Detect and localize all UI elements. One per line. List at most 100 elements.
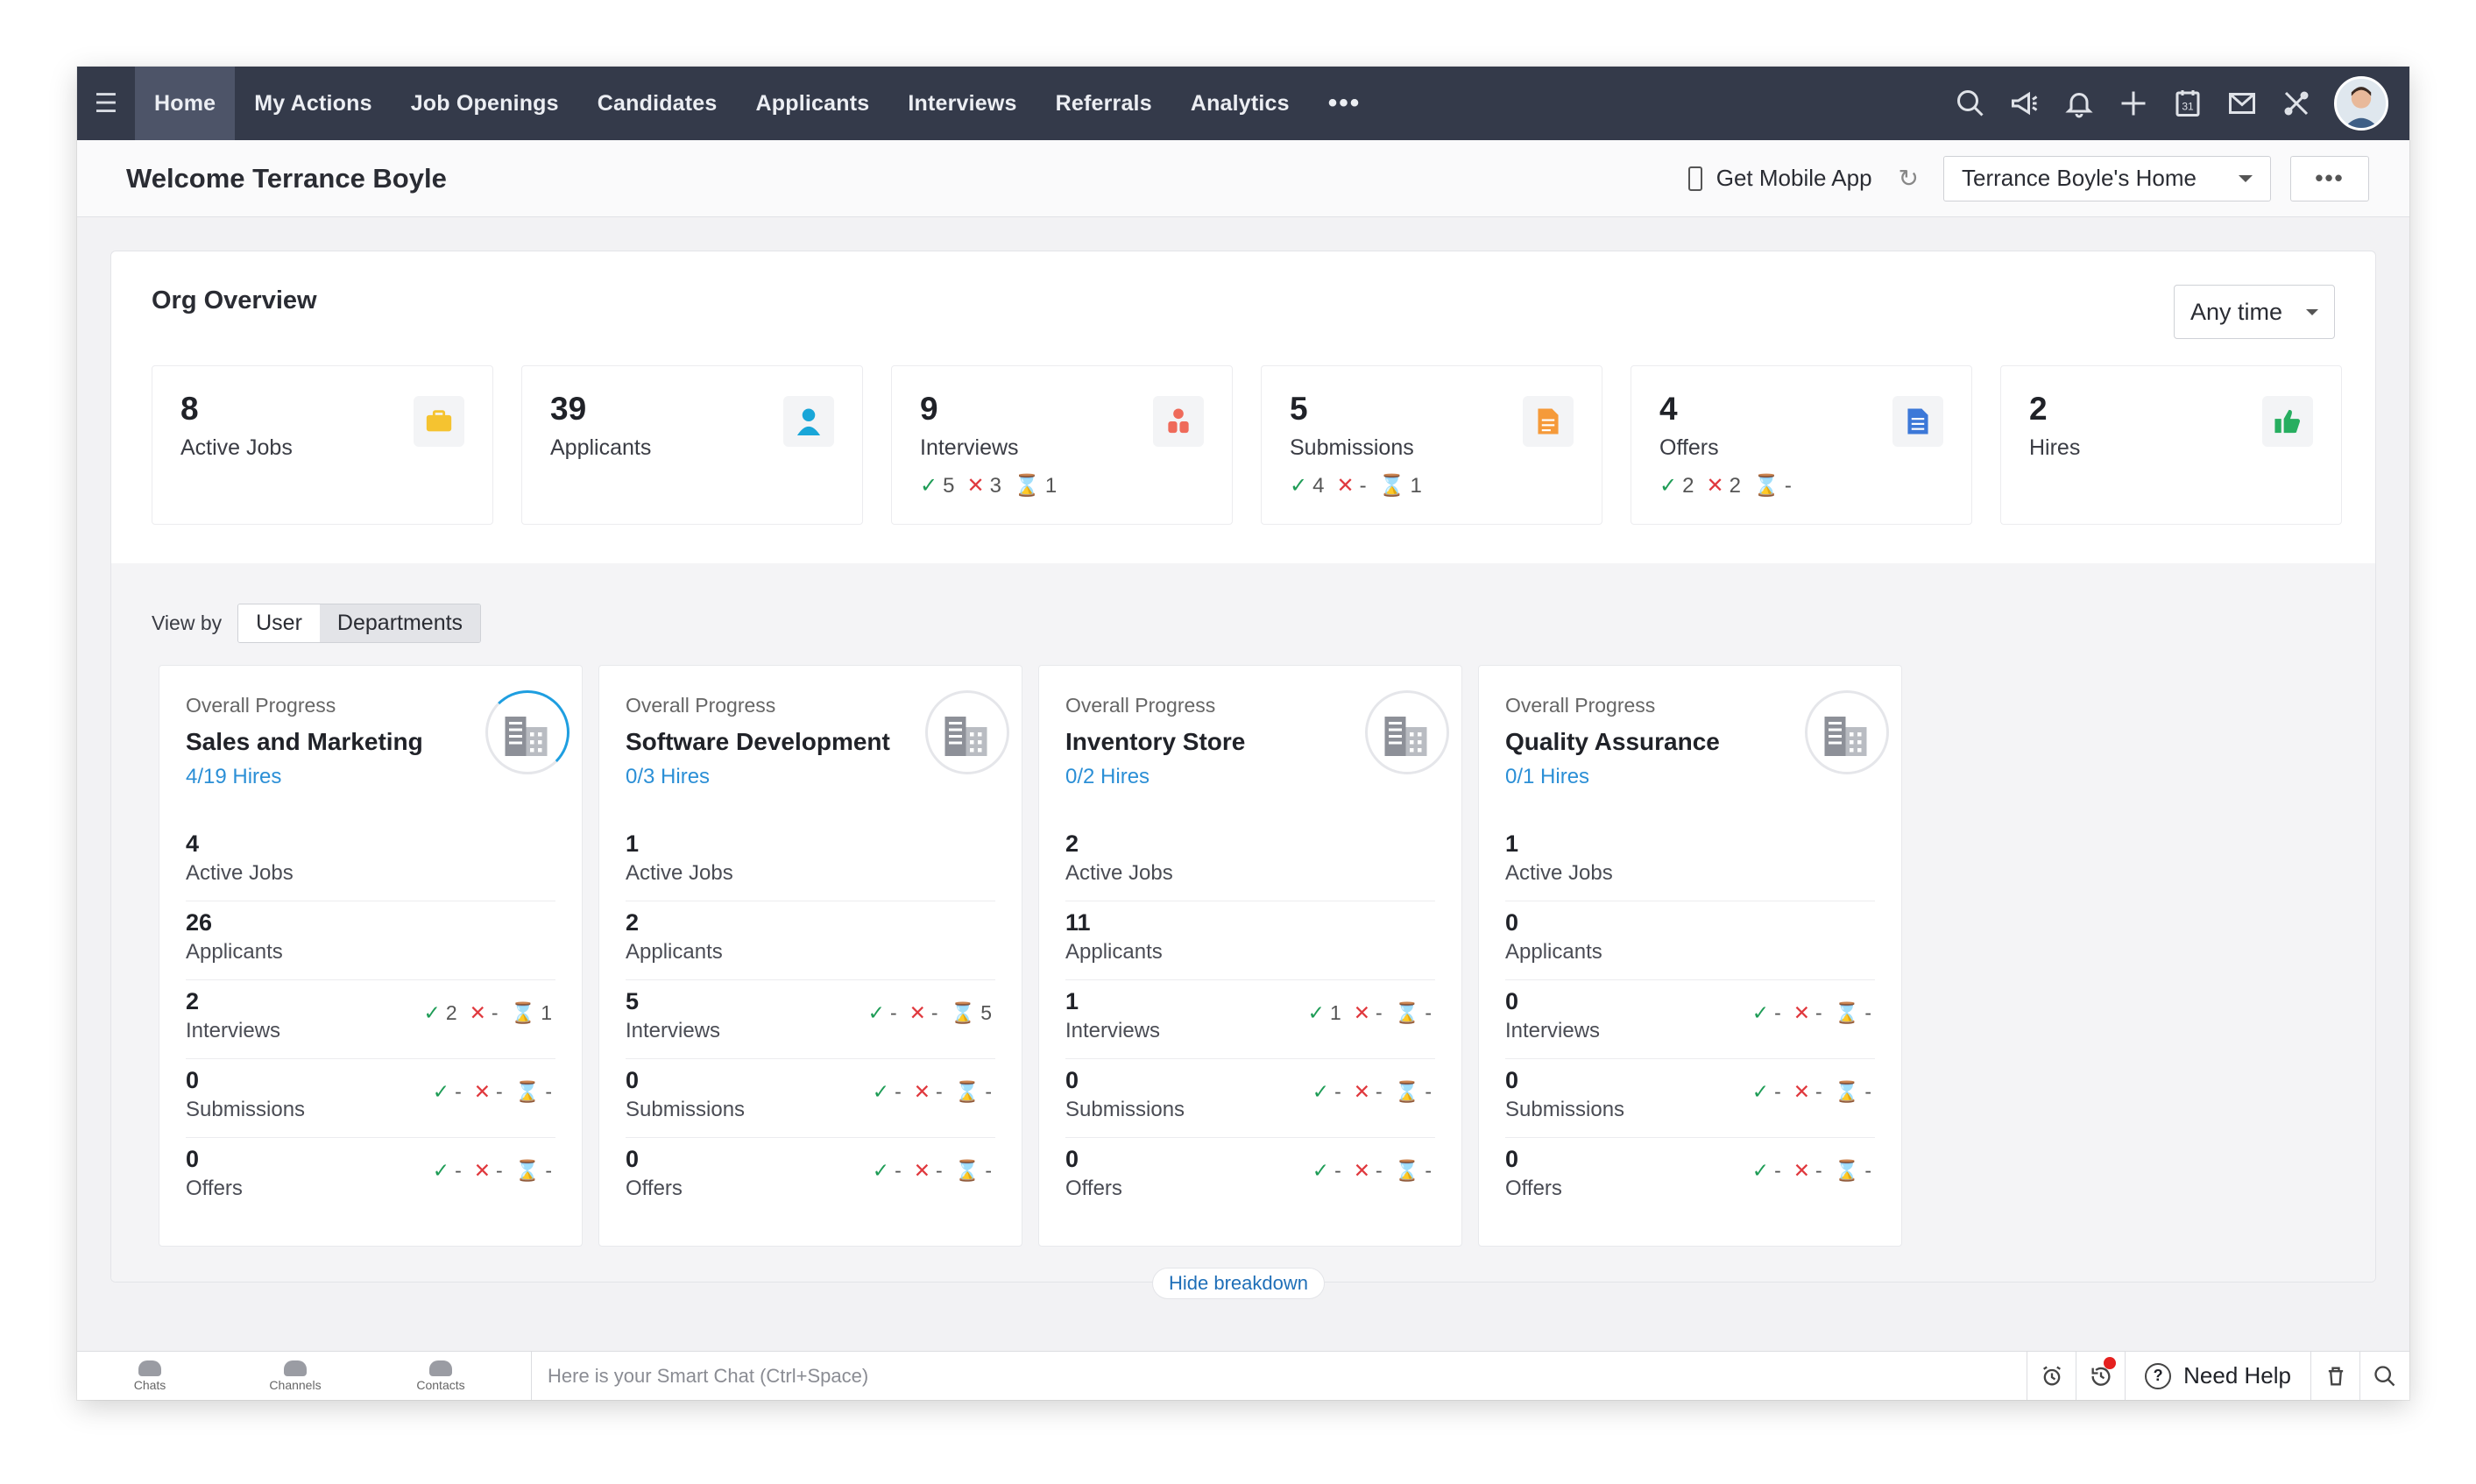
metric-row[interactable]: 1 Active Jobs xyxy=(1505,823,1875,901)
metric-row[interactable]: 0 Submissions ✓ - ✕ - ⌛ - xyxy=(626,1059,995,1138)
metric-row[interactable]: 0 Interviews ✓ - ✕ - ⌛ - xyxy=(1505,980,1875,1059)
stat-card-interviews[interactable]: 9 Interviews ✓ 5 ✕ 3 ⌛ 1 xyxy=(891,365,1233,525)
trash-icon[interactable] xyxy=(2311,1351,2360,1400)
header-more-button[interactable]: ••• xyxy=(2290,155,2369,201)
view-by-departments[interactable]: Departments xyxy=(319,604,481,642)
metric-value: 2 xyxy=(626,909,640,936)
need-help-button[interactable]: ? Need Help xyxy=(2126,1351,2311,1400)
hourglass-icon: ⌛ xyxy=(514,1080,541,1103)
bell-icon[interactable] xyxy=(2052,67,2106,140)
nav-job-openings[interactable]: Job Openings xyxy=(392,67,578,140)
metric-status: ✓ - ✕ - ⌛ - xyxy=(1752,1080,1871,1104)
cross-icon: ✕ xyxy=(1793,1001,1811,1024)
metric-status: ✓ 1 ✕ - ⌛ - xyxy=(1308,1001,1432,1025)
metric-row[interactable]: 0 Offers ✓ - ✕ - ⌛ - xyxy=(626,1138,995,1217)
nav-applicants[interactable]: Applicants xyxy=(737,67,889,140)
status-accepted: - xyxy=(895,1080,902,1103)
metric-row[interactable]: 2 Interviews ✓ 2 ✕ - ⌛ 1 xyxy=(186,980,555,1059)
nav-candidates[interactable]: Candidates xyxy=(578,67,737,140)
department-hires-link[interactable]: 0/3 Hires xyxy=(626,765,995,789)
hourglass-icon: ⌛ xyxy=(1394,1001,1420,1024)
metric-status: ✓ 2 ✕ - ⌛ 1 xyxy=(424,1001,552,1025)
nav-more-button[interactable]: ••• xyxy=(1309,88,1381,118)
metric-row[interactable]: 26 Applicants xyxy=(186,901,555,980)
nav-home[interactable]: Home xyxy=(135,67,236,140)
metric-row[interactable]: 0 Submissions ✓ - ✕ - ⌛ - xyxy=(1065,1059,1435,1138)
status-rejected: - xyxy=(1815,1159,1822,1182)
contacts-tab[interactable]: Contacts xyxy=(368,1352,513,1401)
channels-tab[interactable]: Channels xyxy=(223,1352,368,1401)
metric-row[interactable]: 0 Offers ✓ - ✕ - ⌛ - xyxy=(186,1138,555,1217)
nav-my-actions[interactable]: My Actions xyxy=(235,67,391,140)
department-card[interactable]: Overall Progress Sales and Marketing 4/19 … xyxy=(159,665,583,1247)
metric-status: ✓ - ✕ - ⌛ - xyxy=(433,1080,552,1104)
status-rejected: 3 xyxy=(989,473,1001,498)
metric-row[interactable]: 0 Submissions ✓ - ✕ - ⌛ - xyxy=(186,1059,555,1138)
department-metrics: 1 Active Jobs 0 Applicants 0 Interviews ✓ - ✕ - ⌛ -… xyxy=(1505,823,1875,1217)
metric-row[interactable]: 0 Applicants xyxy=(1505,901,1875,980)
metric-row[interactable]: 1 Interviews ✓ 1 ✕ - ⌛ - xyxy=(1065,980,1435,1059)
megaphone-icon[interactable] xyxy=(1998,67,2052,140)
department-hires-link[interactable]: 4/19 Hires xyxy=(186,765,555,789)
chats-tab[interactable]: Chats xyxy=(77,1352,223,1401)
metric-row[interactable]: 0 Submissions ✓ - ✕ - ⌛ - xyxy=(1505,1059,1875,1138)
metric-row[interactable]: 1 Active Jobs xyxy=(626,823,995,901)
status-pending: - xyxy=(1425,1080,1432,1103)
calendar-icon[interactable]: 31 xyxy=(2161,67,2215,140)
metric-row[interactable]: 5 Interviews ✓ - ✕ - ⌛ 5 xyxy=(626,980,995,1059)
need-help-label: Need Help xyxy=(2183,1362,2291,1389)
hide-breakdown-button[interactable]: Hide breakdown xyxy=(1152,1268,1325,1299)
smart-chat-input[interactable]: Here is your Smart Chat (Ctrl+Space) xyxy=(531,1351,2028,1400)
metric-row[interactable]: 0 Offers ✓ - ✕ - ⌛ - xyxy=(1505,1138,1875,1217)
user-avatar[interactable] xyxy=(2334,76,2388,131)
metric-row[interactable]: 11 Applicants xyxy=(1065,901,1435,980)
reminder-icon[interactable] xyxy=(2076,1351,2126,1400)
nav-interviews[interactable]: Interviews xyxy=(888,67,1036,140)
home-view-select[interactable]: Terrance Boyle's Home xyxy=(1943,155,2271,201)
check-icon: ✓ xyxy=(1307,1001,1325,1024)
stat-card-applicants[interactable]: 39 Applicants xyxy=(521,365,863,525)
status-pending: - xyxy=(545,1159,552,1182)
metric-row[interactable]: 2 Applicants xyxy=(626,901,995,980)
department-metrics: 2 Active Jobs 11 Applicants 1 Interviews ✓ 1 ✕ - ⌛… xyxy=(1065,823,1435,1217)
tools-icon[interactable] xyxy=(2269,67,2324,140)
search-icon[interactable] xyxy=(2360,1352,2409,1401)
check-icon: ✓ xyxy=(432,1080,450,1103)
metric-value: 11 xyxy=(1065,909,1091,936)
department-card[interactable]: Overall Progress Inventory Store 0/2 Hires… xyxy=(1038,665,1462,1247)
stat-status-row: ✓ 2 ✕ 2 ⌛ - xyxy=(1659,473,1943,498)
nav-referrals[interactable]: Referrals xyxy=(1036,67,1171,140)
view-by-user[interactable]: User xyxy=(238,604,320,642)
mail-icon[interactable] xyxy=(2215,67,2269,140)
status-rejected: - xyxy=(1815,1080,1822,1103)
status-accepted: - xyxy=(455,1080,462,1103)
status-rejected: - xyxy=(1376,1080,1383,1103)
metric-row[interactable]: 0 Offers ✓ - ✕ - ⌛ - xyxy=(1065,1138,1435,1217)
metric-row[interactable]: 2 Active Jobs xyxy=(1065,823,1435,901)
get-mobile-app-link[interactable]: Get Mobile App xyxy=(1687,165,1872,192)
department-hires-link[interactable]: 0/2 Hires xyxy=(1065,765,1435,789)
hourglass-icon: ⌛ xyxy=(1834,1001,1860,1024)
search-icon[interactable] xyxy=(1943,67,1998,140)
metric-row[interactable]: 4 Active Jobs xyxy=(186,823,555,901)
department-card[interactable]: Overall Progress Software Development 0/3 … xyxy=(598,665,1022,1247)
stat-card-active-jobs[interactable]: 8 Active Jobs xyxy=(152,365,493,525)
cross-icon: ✕ xyxy=(913,1080,931,1103)
department-hires-link[interactable]: 0/1 Hires xyxy=(1505,765,1875,789)
refresh-icon[interactable]: ↻ xyxy=(1899,164,1919,193)
check-icon: ✓ xyxy=(423,1001,441,1024)
cross-icon: ✕ xyxy=(1793,1080,1811,1103)
header-actions: Get Mobile App ↻ Terrance Boyle's Home •… xyxy=(1687,155,2369,201)
alarm-clock-icon[interactable] xyxy=(2027,1351,2077,1400)
status-pending: - xyxy=(545,1080,552,1103)
stat-card-submissions[interactable]: 5 Submissions ✓ 4 ✕ - ⌛ 1 xyxy=(1261,365,1602,525)
time-filter-select[interactable]: Any time xyxy=(2174,285,2335,339)
stat-card-hires[interactable]: 2 Hires xyxy=(2000,365,2342,525)
stat-card-offers[interactable]: 4 Offers ✓ 2 ✕ 2 ⌛ - xyxy=(1631,365,1972,525)
menu-icon[interactable]: ☰ xyxy=(77,67,135,140)
plus-icon[interactable] xyxy=(2106,67,2161,140)
nav-analytics[interactable]: Analytics xyxy=(1171,67,1309,140)
department-card[interactable]: Overall Progress Quality Assurance 0/1 Hir… xyxy=(1478,665,1902,1247)
page-title: Welcome Terrance Boyle xyxy=(126,162,447,194)
org-overview-panel: Org Overview Any time 8 Active Jobs 39 A… xyxy=(110,251,2376,1299)
